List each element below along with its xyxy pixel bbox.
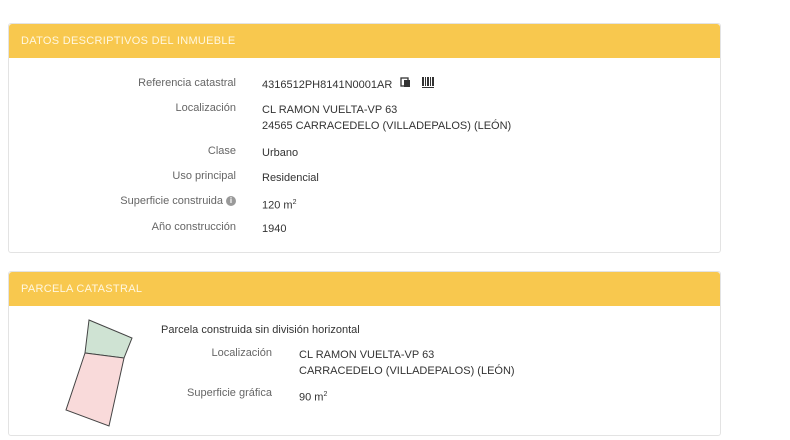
superficie-grafica-value: 90 m2	[299, 387, 327, 406]
clase-value: Urbano	[262, 147, 299, 159]
parcela-localizacion-line2: CARRACEDELO (VILLADEPALOS) (LEÓN)	[299, 365, 515, 377]
parcela-localizacion-line1: CL RAMON VUELTA-VP 63	[299, 349, 435, 361]
copy-icon[interactable]	[400, 77, 411, 93]
superficie-construida-number: 120 m	[262, 199, 293, 212]
clase-label: Clase	[207, 145, 236, 157]
referencia-text: 4316512PH8141N0001AR	[262, 79, 393, 91]
panel-parcela-catastral: PARCELA CATASTRAL Parcela construida sin…	[8, 271, 721, 436]
referencia-value: 4316512PH8141N0001AR	[262, 77, 435, 93]
uso-principal-value: Residencial	[262, 172, 319, 184]
superficie-construida-value: 120 m2	[262, 195, 296, 214]
anio-construccion-value: 1940	[262, 223, 287, 235]
superficie-grafica-number: 90 m	[299, 391, 324, 404]
superficie-grafica-exponent: 2	[323, 391, 328, 398]
parcela-plot-diagram	[65, 319, 133, 427]
superficie-construida-label: Superficie construida i	[120, 195, 236, 207]
panel-datos-inmueble: DATOS DESCRIPTIVOS DEL INMUEBLE Referenc…	[8, 23, 721, 253]
localizacion-value: CL RAMON VUELTA-VP 63 24565 CARRACEDELO …	[262, 102, 511, 134]
superficie-exponent: 2	[292, 199, 297, 206]
referencia-label: Referencia catastral	[138, 77, 236, 89]
localizacion-label: Localización	[175, 102, 236, 114]
parcela-localizacion-value: CL RAMON VUELTA-VP 63 CARRACEDELO (VILLA…	[299, 347, 515, 379]
superficie-grafica-label: Superficie gráfica	[187, 387, 272, 399]
superficie-construida-text: Superficie construida	[120, 195, 223, 207]
parcela-tipo: Parcela construida sin división horizont…	[161, 324, 360, 336]
localizacion-line2: 24565 CARRACEDELO (VILLADEPALOS) (LEÓN)	[262, 120, 512, 132]
parcela-localizacion-label: Localización	[211, 347, 272, 359]
barcode-icon[interactable]	[422, 77, 435, 93]
info-icon[interactable]: i	[226, 196, 236, 207]
panel-header-parcela: PARCELA CATASTRAL	[9, 272, 720, 306]
plot-top-section	[84, 319, 133, 359]
plot-bottom-section	[65, 352, 125, 427]
localizacion-line1: CL RAMON VUELTA-VP 63	[262, 104, 398, 116]
uso-principal-label: Uso principal	[172, 170, 236, 182]
anio-construccion-label: Año construcción	[151, 221, 236, 233]
panel-header-inmueble: DATOS DESCRIPTIVOS DEL INMUEBLE	[9, 24, 720, 58]
